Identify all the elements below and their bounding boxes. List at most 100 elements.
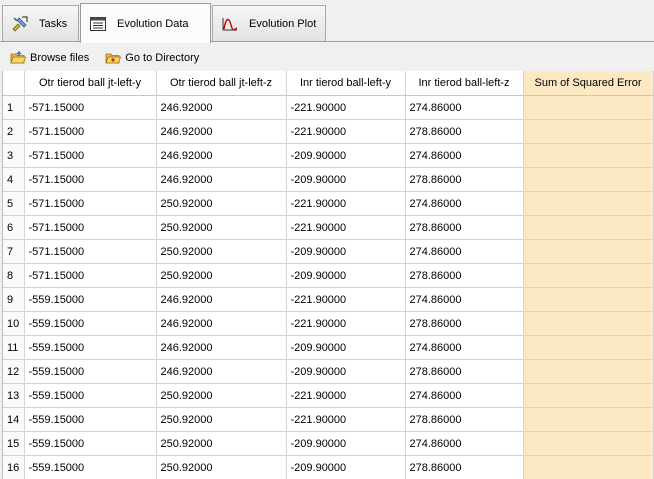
inr-tierod-z-cell[interactable]: 278.86000 [405, 215, 524, 240]
table-row[interactable]: 16 -559.15000 250.92000 -209.90000 278.86000 [3, 455, 654, 479]
inr-tierod-y-cell[interactable]: -221.90000 [286, 95, 406, 120]
sum-squared-error-cell[interactable] [523, 455, 654, 479]
row-number-cell[interactable]: 2 [3, 119, 25, 144]
sum-squared-error-cell[interactable] [523, 431, 654, 456]
otr-tierod-y-cell[interactable]: -571.15000 [24, 95, 157, 120]
inr-tierod-y-cell[interactable]: -221.90000 [286, 119, 406, 144]
browse-files-button[interactable]: Browse files [10, 50, 89, 66]
inr-tierod-z-cell[interactable]: 274.86000 [405, 239, 524, 264]
otr-tierod-y-cell[interactable]: -571.15000 [24, 191, 157, 216]
otr-tierod-y-cell[interactable]: -571.15000 [24, 143, 157, 168]
table-row[interactable]: 3 -571.15000 246.92000 -209.90000 274.86000 [3, 143, 654, 168]
row-number-cell[interactable]: 8 [3, 263, 25, 288]
sum-squared-error-cell[interactable] [523, 407, 654, 432]
sum-squared-error-cell[interactable] [523, 239, 654, 264]
inr-tierod-z-cell[interactable]: 274.86000 [405, 335, 524, 360]
table-row[interactable]: 7 -571.15000 250.92000 -209.90000 274.86000 [3, 239, 654, 264]
otr-tierod-z-cell[interactable]: 250.92000 [156, 407, 287, 432]
inr-tierod-z-cell[interactable]: 274.86000 [405, 95, 524, 120]
table-row[interactable]: 12 -559.15000 246.92000 -209.90000 278.86000 [3, 359, 654, 384]
column-header-inr-tierod-z[interactable]: Inr tierod ball-left-z [405, 71, 524, 96]
otr-tierod-z-cell[interactable]: 250.92000 [156, 239, 287, 264]
sum-squared-error-cell[interactable] [523, 215, 654, 240]
otr-tierod-z-cell[interactable]: 246.92000 [156, 335, 287, 360]
table-row[interactable]: 8 -571.15000 250.92000 -209.90000 278.86000 [3, 263, 654, 288]
column-header-inr-tierod-y[interactable]: Inr tierod ball-left-y [286, 71, 406, 96]
inr-tierod-y-cell[interactable]: -209.90000 [286, 167, 406, 192]
sum-squared-error-cell[interactable] [523, 311, 654, 336]
sum-squared-error-cell[interactable] [523, 383, 654, 408]
table-row[interactable]: 4 -571.15000 246.92000 -209.90000 278.86000 [3, 167, 654, 192]
otr-tierod-z-cell[interactable]: 250.92000 [156, 191, 287, 216]
sum-squared-error-cell[interactable] [523, 143, 654, 168]
otr-tierod-z-cell[interactable]: 246.92000 [156, 359, 287, 384]
sum-squared-error-cell[interactable] [523, 263, 654, 288]
otr-tierod-z-cell[interactable]: 250.92000 [156, 215, 287, 240]
inr-tierod-z-cell[interactable]: 278.86000 [405, 359, 524, 384]
column-header-otr-tierod-y[interactable]: Otr tierod ball jt-left-y [24, 71, 157, 96]
sum-squared-error-cell[interactable] [523, 335, 654, 360]
row-number-cell[interactable]: 3 [3, 143, 25, 168]
otr-tierod-z-cell[interactable]: 246.92000 [156, 167, 287, 192]
table-row[interactable]: 6 -571.15000 250.92000 -221.90000 278.86000 [3, 215, 654, 240]
otr-tierod-y-cell[interactable]: -559.15000 [24, 359, 157, 384]
row-number-cell[interactable]: 13 [3, 383, 25, 408]
row-number-cell[interactable]: 5 [3, 191, 25, 216]
sum-squared-error-cell[interactable] [523, 191, 654, 216]
inr-tierod-y-cell[interactable]: -209.90000 [286, 263, 406, 288]
otr-tierod-y-cell[interactable]: -571.15000 [24, 119, 157, 144]
table-row[interactable]: 2 -571.15000 246.92000 -221.90000 278.86000 [3, 119, 654, 144]
inr-tierod-z-cell[interactable]: 274.86000 [405, 191, 524, 216]
inr-tierod-z-cell[interactable]: 278.86000 [405, 455, 524, 479]
inr-tierod-y-cell[interactable]: -209.90000 [286, 431, 406, 456]
otr-tierod-y-cell[interactable]: -571.15000 [24, 215, 157, 240]
otr-tierod-y-cell[interactable]: -571.15000 [24, 167, 157, 192]
otr-tierod-y-cell[interactable]: -559.15000 [24, 335, 157, 360]
table-row[interactable]: 9 -559.15000 246.92000 -221.90000 274.86000 [3, 287, 654, 312]
inr-tierod-z-cell[interactable]: 278.86000 [405, 167, 524, 192]
row-number-cell[interactable]: 15 [3, 431, 25, 456]
otr-tierod-y-cell[interactable]: -559.15000 [24, 287, 157, 312]
otr-tierod-y-cell[interactable]: -559.15000 [24, 383, 157, 408]
sum-squared-error-cell[interactable] [523, 167, 654, 192]
table-row[interactable]: 15 -559.15000 250.92000 -209.90000 274.86000 [3, 431, 654, 456]
inr-tierod-y-cell[interactable]: -209.90000 [286, 143, 406, 168]
inr-tierod-y-cell[interactable]: -221.90000 [286, 407, 406, 432]
table-row[interactable]: 14 -559.15000 250.92000 -221.90000 278.86000 [3, 407, 654, 432]
otr-tierod-y-cell[interactable]: -571.15000 [24, 263, 157, 288]
otr-tierod-y-cell[interactable]: -559.15000 [24, 431, 157, 456]
row-number-cell[interactable]: 11 [3, 335, 25, 360]
row-number-cell[interactable]: 7 [3, 239, 25, 264]
inr-tierod-z-cell[interactable]: 274.86000 [405, 383, 524, 408]
inr-tierod-z-cell[interactable]: 274.86000 [405, 143, 524, 168]
otr-tierod-y-cell[interactable]: -559.15000 [24, 407, 157, 432]
otr-tierod-z-cell[interactable]: 246.92000 [156, 311, 287, 336]
otr-tierod-z-cell[interactable]: 250.92000 [156, 431, 287, 456]
sum-squared-error-cell[interactable] [523, 359, 654, 384]
tab-evolution-plot[interactable]: Evolution Plot [212, 5, 326, 41]
otr-tierod-z-cell[interactable]: 246.92000 [156, 143, 287, 168]
otr-tierod-z-cell[interactable]: 250.92000 [156, 263, 287, 288]
inr-tierod-y-cell[interactable]: -221.90000 [286, 311, 406, 336]
row-number-cell[interactable]: 1 [3, 95, 25, 120]
row-number-cell[interactable]: 14 [3, 407, 25, 432]
row-number-cell[interactable]: 4 [3, 167, 25, 192]
otr-tierod-z-cell[interactable]: 246.92000 [156, 119, 287, 144]
otr-tierod-z-cell[interactable]: 246.92000 [156, 95, 287, 120]
table-row[interactable]: 1 -571.15000 246.92000 -221.90000 274.86000 [3, 95, 654, 120]
inr-tierod-y-cell[interactable]: -209.90000 [286, 335, 406, 360]
row-number-cell[interactable]: 10 [3, 311, 25, 336]
inr-tierod-z-cell[interactable]: 274.86000 [405, 287, 524, 312]
sum-squared-error-cell[interactable] [523, 119, 654, 144]
otr-tierod-z-cell[interactable]: 246.92000 [156, 287, 287, 312]
inr-tierod-z-cell[interactable]: 278.86000 [405, 311, 524, 336]
inr-tierod-y-cell[interactable]: -221.90000 [286, 215, 406, 240]
sum-squared-error-cell[interactable] [523, 95, 654, 120]
column-header-otr-tierod-z[interactable]: Otr tierod ball jt-left-z [156, 71, 287, 96]
row-number-cell[interactable]: 12 [3, 359, 25, 384]
column-header-sum-squared-error[interactable]: Sum of Squared Error [523, 71, 654, 96]
inr-tierod-z-cell[interactable]: 278.86000 [405, 407, 524, 432]
table-row[interactable]: 11 -559.15000 246.92000 -209.90000 274.86000 [3, 335, 654, 360]
row-number-cell[interactable]: 9 [3, 287, 25, 312]
go-to-directory-button[interactable]: Go to Directory [105, 50, 199, 66]
